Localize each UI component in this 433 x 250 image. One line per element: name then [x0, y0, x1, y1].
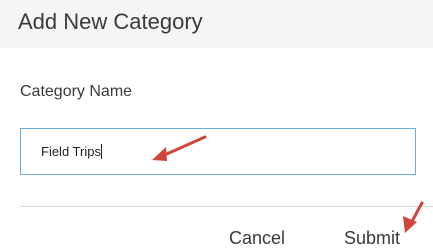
category-name-input[interactable]: Field Trips: [20, 128, 416, 175]
submit-button[interactable]: Submit: [344, 228, 400, 249]
dialog-header: Add New Category: [0, 0, 433, 48]
footer-divider: [20, 206, 433, 207]
category-name-label: Category Name: [20, 83, 133, 100]
category-name-input-wrap: Field Trips: [41, 144, 102, 159]
arrow-to-submit-icon: [403, 201, 424, 233]
category-name-value: Field Trips: [41, 144, 101, 159]
dialog-title: Add New Category: [18, 9, 203, 34]
text-caret: [100, 144, 102, 159]
cancel-button[interactable]: Cancel: [229, 228, 285, 249]
